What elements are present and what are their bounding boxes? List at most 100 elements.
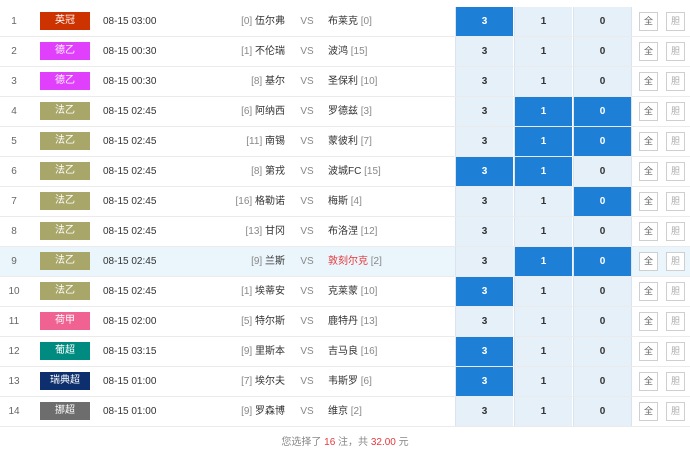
league-badge[interactable]: 瑞典超 xyxy=(40,372,90,390)
match-row: 9 法乙 08-15 02:45 [9] 兰斯 VS 敦刻尔克 [2] 3 1 0 全胆 xyxy=(0,247,690,277)
banker-button[interactable]: 胆 xyxy=(666,132,685,151)
home-team: [9] 里斯本 xyxy=(196,337,285,367)
league-badge[interactable]: 葡超 xyxy=(40,342,90,360)
league-badge[interactable]: 英冠 xyxy=(40,12,90,30)
odds-win-button[interactable]: 3 xyxy=(455,67,513,96)
select-all-button[interactable]: 全 xyxy=(639,132,658,151)
odds-draw-button[interactable]: 1 xyxy=(514,187,572,216)
select-all-button[interactable]: 全 xyxy=(639,162,658,181)
odds-draw-button[interactable]: 1 xyxy=(514,7,572,36)
row-index: 10 xyxy=(8,286,20,297)
odds-win-button[interactable]: 3 xyxy=(455,127,513,156)
league-badge[interactable]: 挪超 xyxy=(40,402,90,420)
match-time: 08-15 02:45 xyxy=(103,196,157,207)
select-all-button[interactable]: 全 xyxy=(639,12,658,31)
league-badge[interactable]: 法乙 xyxy=(40,162,90,180)
home-rank: [13] xyxy=(245,226,263,237)
banker-button[interactable]: 胆 xyxy=(666,402,685,421)
odds-lose-button[interactable]: 0 xyxy=(573,337,632,366)
bet-count: 16 xyxy=(324,437,336,448)
odds-draw-button[interactable]: 1 xyxy=(514,307,572,336)
odds-win-button[interactable]: 3 xyxy=(455,397,513,426)
odds-win-button[interactable]: 3 xyxy=(455,337,513,366)
odds-lose-button[interactable]: 0 xyxy=(573,127,632,156)
odds-lose-button[interactable]: 0 xyxy=(573,247,632,276)
odds-draw-button[interactable]: 1 xyxy=(514,217,572,246)
odds-lose-button[interactable]: 0 xyxy=(573,7,632,36)
away-rank: [15] xyxy=(364,166,381,177)
odds-lose-button[interactable]: 0 xyxy=(573,187,632,216)
odds-lose-button[interactable]: 0 xyxy=(573,277,632,306)
odds-win-button[interactable]: 3 xyxy=(455,277,513,306)
odds-draw-button[interactable]: 1 xyxy=(514,247,572,276)
odds-lose-button[interactable]: 0 xyxy=(573,217,632,246)
odds-lose-button[interactable]: 0 xyxy=(573,67,632,96)
select-all-button[interactable]: 全 xyxy=(639,72,658,91)
select-all-button[interactable]: 全 xyxy=(639,192,658,211)
odds-draw-button[interactable]: 1 xyxy=(514,37,572,66)
odds-draw-button[interactable]: 1 xyxy=(514,397,572,426)
banker-button[interactable]: 胆 xyxy=(666,282,685,301)
select-all-button[interactable]: 全 xyxy=(639,372,658,391)
odds-draw-button[interactable]: 1 xyxy=(514,127,572,156)
odds-win-button[interactable]: 3 xyxy=(455,37,513,66)
away-team: 波城FC [15] xyxy=(328,157,448,187)
league-badge[interactable]: 法乙 xyxy=(40,222,90,240)
odds-lose-button[interactable]: 0 xyxy=(573,397,632,426)
league-badge[interactable]: 法乙 xyxy=(40,132,90,150)
select-all-button[interactable]: 全 xyxy=(639,282,658,301)
league-badge[interactable]: 法乙 xyxy=(40,282,90,300)
match-time: 08-15 01:00 xyxy=(103,376,157,387)
away-rank: [15] xyxy=(350,46,368,57)
select-all-button[interactable]: 全 xyxy=(639,102,658,121)
odds-lose-button[interactable]: 0 xyxy=(573,307,632,336)
odds-win-button[interactable]: 3 xyxy=(455,97,513,126)
league-badge[interactable]: 法乙 xyxy=(40,102,90,120)
banker-button[interactable]: 胆 xyxy=(666,312,685,331)
odds-win-button[interactable]: 3 xyxy=(455,157,513,186)
row-index: 12 xyxy=(8,346,20,357)
select-all-button[interactable]: 全 xyxy=(639,402,658,421)
league-badge[interactable]: 德乙 xyxy=(40,72,90,90)
home-team: [0] 伍尔弗 xyxy=(196,7,285,37)
banker-button[interactable]: 胆 xyxy=(666,102,685,121)
banker-button[interactable]: 胆 xyxy=(666,372,685,391)
league-badge[interactable]: 德乙 xyxy=(40,42,90,60)
odds-draw-button[interactable]: 1 xyxy=(514,67,572,96)
select-all-button[interactable]: 全 xyxy=(639,312,658,331)
select-all-button[interactable]: 全 xyxy=(639,252,658,271)
odds-draw-button[interactable]: 1 xyxy=(514,337,572,366)
odds-lose-button[interactable]: 0 xyxy=(573,157,632,186)
league-badge[interactable]: 荷甲 xyxy=(40,312,90,330)
banker-button[interactable]: 胆 xyxy=(666,252,685,271)
league-badge[interactable]: 法乙 xyxy=(40,252,90,270)
banker-button[interactable]: 胆 xyxy=(666,72,685,91)
odds-win-button[interactable]: 3 xyxy=(455,247,513,276)
odds-draw-button[interactable]: 1 xyxy=(514,367,572,396)
match-row: 8 法乙 08-15 02:45 [13] 甘冈 VS 布洛涅 [12] 3 1 0 全胆 xyxy=(0,217,690,247)
banker-button[interactable]: 胆 xyxy=(666,12,685,31)
odds-draw-button[interactable]: 1 xyxy=(514,277,572,306)
select-all-button[interactable]: 全 xyxy=(639,42,658,61)
away-rank: [10] xyxy=(360,286,378,297)
banker-button[interactable]: 胆 xyxy=(666,342,685,361)
banker-button[interactable]: 胆 xyxy=(666,222,685,241)
away-rank: [2] xyxy=(370,256,382,267)
select-all-button[interactable]: 全 xyxy=(639,222,658,241)
odds-lose-button[interactable]: 0 xyxy=(573,367,632,396)
select-all-button[interactable]: 全 xyxy=(639,342,658,361)
odds-lose-button[interactable]: 0 xyxy=(573,97,632,126)
odds-win-button[interactable]: 3 xyxy=(455,7,513,36)
odds-draw-button[interactable]: 1 xyxy=(514,97,572,126)
odds-draw-button[interactable]: 1 xyxy=(514,157,572,186)
odds-lose-button[interactable]: 0 xyxy=(573,37,632,66)
odds-win-button[interactable]: 3 xyxy=(455,367,513,396)
odds-win-button[interactable]: 3 xyxy=(455,307,513,336)
odds-win-button[interactable]: 3 xyxy=(455,217,513,246)
league-badge[interactable]: 法乙 xyxy=(40,192,90,210)
banker-button[interactable]: 胆 xyxy=(666,42,685,61)
banker-button[interactable]: 胆 xyxy=(666,162,685,181)
away-team-name: 梅斯 xyxy=(328,196,348,207)
banker-button[interactable]: 胆 xyxy=(666,192,685,211)
odds-win-button[interactable]: 3 xyxy=(455,187,513,216)
